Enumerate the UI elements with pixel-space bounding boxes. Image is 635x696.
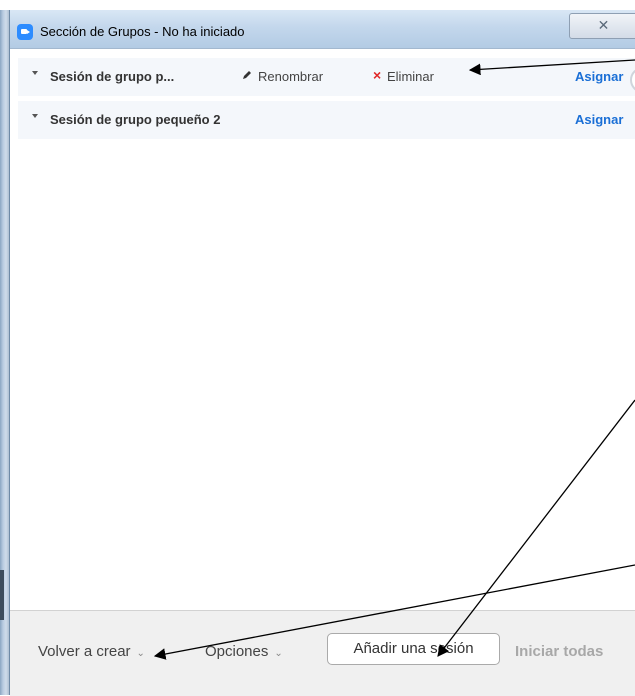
add-session-button[interactable]: Añadir una sesión — [327, 633, 500, 665]
title-bar[interactable]: Sección de Grupos - No ha iniciado ✕ — [10, 10, 635, 49]
session-name: Sesión de grupo p... — [50, 69, 175, 84]
pencil-icon — [243, 71, 251, 79]
close-button[interactable]: ✕ — [569, 13, 635, 39]
options-button[interactable]: Opciones ⌄ — [205, 643, 283, 660]
breakout-rooms-window: Sección de Grupos - No ha iniciado ✕ Ses… — [9, 10, 635, 696]
delete-button[interactable]: Eliminar — [387, 69, 434, 84]
assign-button[interactable]: Asignar — [575, 112, 623, 127]
options-label: Opciones — [205, 643, 269, 660]
zoom-app-icon — [17, 24, 33, 40]
recreate-label: Volver a crear — [38, 643, 131, 660]
window-frame-left — [0, 10, 9, 695]
window-title: Sección de Grupos - No ha iniciado — [40, 24, 245, 39]
circle-marker — [630, 67, 635, 93]
delete-icon: × — [373, 67, 382, 83]
rename-button[interactable]: Renombrar — [258, 69, 323, 84]
chevron-down-icon: ⌄ — [136, 648, 145, 659]
session-name: Sesión de grupo pequeño 2 — [50, 112, 221, 127]
collapse-caret-icon[interactable] — [32, 71, 38, 75]
recreate-button[interactable]: Volver a crear ⌄ — [38, 643, 145, 660]
footer-bar: Volver a crear ⌄ Opciones ⌄ Añadir una ses… — [10, 610, 635, 696]
start-all-button[interactable]: Iniciar todas — [515, 643, 603, 660]
session-row[interactable]: Sesión de grupo pequeño 2 Asignar — [18, 101, 635, 139]
assign-button[interactable]: Asignar — [575, 69, 623, 84]
collapse-caret-icon[interactable] — [32, 114, 38, 118]
frame-shadow — [0, 570, 4, 620]
session-row[interactable]: Sesión de grupo p... Renombrar × Elimina… — [18, 58, 635, 96]
chevron-down-icon: ⌄ — [274, 648, 283, 659]
